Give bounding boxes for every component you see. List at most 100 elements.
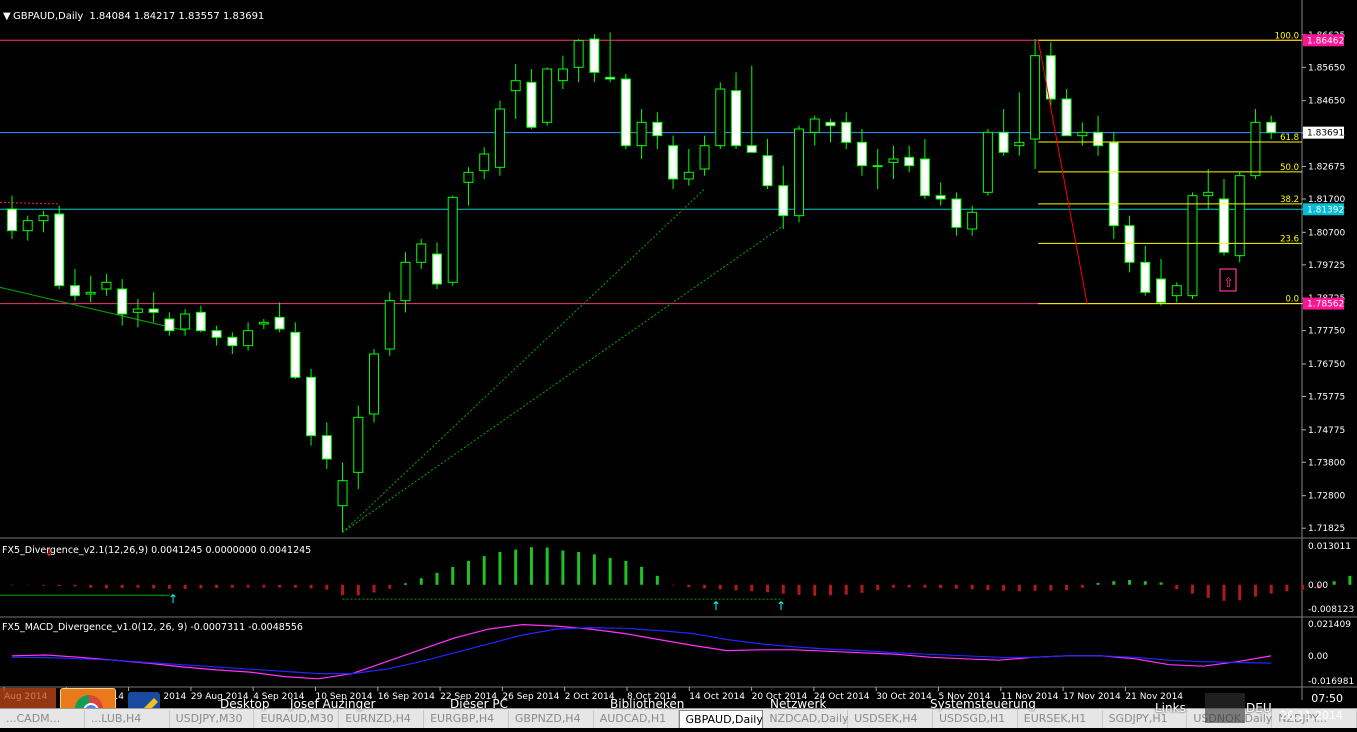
divergence-indicator-title: FX5_Divergence_v2.1(12,26,9) 0.0041245 0…	[2, 545, 311, 556]
time-tick-label: 14 Oct 2014	[689, 692, 745, 702]
time-tick-label: 22 Sep 2014	[440, 692, 497, 702]
price-scale: 1.866251.856501.846501.836911.826751.817…	[1302, 31, 1345, 534]
price-tick-label: 1.85650	[1308, 63, 1345, 73]
chart-collapse-icon[interactable]: ▼	[3, 11, 11, 22]
bull-candle	[1030, 55, 1041, 140]
bear-candle	[117, 288, 128, 315]
bear-candle	[856, 141, 867, 167]
chart-tab[interactable]: EURGBP,H4	[424, 710, 509, 728]
bull-candle	[101, 281, 112, 290]
macd-indicator-title: FX5_MACD_Divergence_v1.0(12, 26, 9) -0.0…	[2, 622, 303, 633]
chart-tab[interactable]: GBPNZD,H4	[509, 710, 594, 728]
macd-signal-line	[11, 626, 1272, 675]
time-tick-label: 30 Oct 2014	[876, 692, 932, 702]
bull-candle	[400, 261, 411, 302]
time-tick-label: 21 Nov 2014	[1125, 692, 1183, 702]
bull-candle	[967, 211, 978, 230]
chart-tab[interactable]: EURSEK,H1	[1018, 710, 1103, 728]
up-arrow-icon: ↑	[776, 599, 786, 613]
bear-candle	[1266, 121, 1277, 134]
bear-candle	[841, 121, 852, 143]
chart-tab[interactable]: USDJPY,M30	[170, 710, 255, 728]
bear-candle	[1140, 261, 1151, 293]
chart-tab[interactable]: NZDCAD,Daily	[763, 710, 849, 728]
bear-candle	[54, 213, 65, 287]
fib-level-label: 50.0	[1280, 163, 1299, 173]
bear-candle	[919, 158, 930, 197]
bear-candle	[762, 155, 773, 187]
bull-candle	[573, 40, 584, 68]
bull-candle	[1203, 191, 1214, 197]
main-chart-area[interactable]	[0, 0, 1302, 537]
bear-candle	[652, 121, 663, 137]
bear-candle	[7, 208, 17, 232]
up-arrow-icon: ↑	[168, 592, 178, 606]
bull-candle	[557, 68, 568, 82]
bull-candle	[1187, 195, 1198, 297]
bear-candle	[195, 311, 206, 332]
taskbar-clock[interactable]: 07:50 26.11.2014	[1280, 690, 1343, 724]
bull-candle	[683, 171, 694, 180]
bear-candle	[526, 81, 537, 128]
bull-candle	[872, 165, 883, 168]
price-tag-label: 1.78562	[1307, 300, 1344, 310]
chart-tab[interactable]: USDSEK,H4	[848, 710, 933, 728]
bull-candle	[1077, 131, 1088, 137]
bull-candle	[258, 321, 269, 325]
bull-candle	[479, 153, 490, 172]
chart-tab[interactable]: AUDCAD,H1	[594, 710, 679, 728]
bear-candle	[1108, 141, 1119, 227]
time-tick-label: 20 Oct 2014	[752, 692, 808, 702]
bear-candle	[746, 145, 757, 153]
time-tick-label: 11 Nov 2014	[1001, 692, 1059, 702]
bull-candle	[447, 196, 458, 283]
chart-tab[interactable]: USDSGD,H1	[933, 710, 1018, 728]
price-tick-label: 1.75775	[1308, 393, 1345, 403]
bear-candle	[951, 198, 962, 228]
bull-candle	[132, 308, 143, 313]
price-tag-label: 1.81392	[1307, 205, 1344, 215]
indicator-tick-label: -0.016981	[1308, 677, 1354, 687]
bull-candle	[243, 330, 254, 347]
chart-tab[interactable]: GBPAUD,Daily	[678, 710, 764, 728]
time-tick-label: 24 Oct 2014	[814, 692, 870, 702]
bull-candle	[510, 80, 521, 92]
price-tick-label: 1.84650	[1308, 97, 1345, 107]
bear-candle	[431, 253, 442, 285]
bear-candle	[998, 131, 1009, 153]
price-tick-label: 1.76750	[1308, 360, 1345, 370]
up-arrow-icon: ⇧	[1223, 276, 1234, 291]
bear-candle	[589, 38, 600, 73]
chart-tab[interactable]: ...CADM...	[0, 710, 85, 728]
chart-tab-bar: ...CADM... ...LUB,H4 USDJPY,M30 EURAUD,M30 E…	[0, 708, 1357, 728]
fib-level-label: 38.2	[1280, 195, 1299, 205]
time-tick-label: 10 Sep 2014	[316, 692, 373, 702]
chart-tab[interactable]: EURAUD,M30	[254, 710, 340, 728]
price-tick-label: 1.71825	[1308, 524, 1345, 534]
bull-candle	[416, 243, 427, 263]
bull-candle	[809, 118, 820, 133]
bear-candle	[321, 435, 332, 460]
bull-candle	[542, 68, 553, 123]
chart-tab[interactable]: SGDJPY,H1	[1103, 710, 1188, 728]
bear-candle	[778, 185, 789, 217]
system-tray[interactable]	[1205, 693, 1245, 723]
time-scale: Aug 201419 Aug 201425 Aug 201429 Aug 201…	[3, 687, 1183, 702]
bull-candle	[1014, 141, 1025, 147]
bull-candle	[22, 220, 33, 232]
price-tag-label: 1.83691	[1307, 129, 1344, 139]
chart-tab[interactable]: ...LUB,H4	[85, 710, 170, 728]
chart-tab[interactable]: EURNZD,H4	[339, 710, 425, 728]
fib-level-label: 0.0	[1285, 295, 1299, 305]
bull-candle	[180, 313, 191, 330]
bull-candle	[494, 108, 505, 168]
price-tick-label: 1.80700	[1308, 228, 1345, 238]
indicator-tick-label: 0.00	[1308, 581, 1328, 591]
bull-candle	[1171, 285, 1182, 297]
bear-candle	[605, 76, 616, 80]
fib-level-label: 23.6	[1280, 234, 1299, 244]
bear-candle	[306, 376, 317, 437]
price-tick-label: 1.72800	[1308, 492, 1345, 502]
fib-level-label: 61.8	[1280, 133, 1299, 143]
bull-candle	[337, 480, 348, 507]
